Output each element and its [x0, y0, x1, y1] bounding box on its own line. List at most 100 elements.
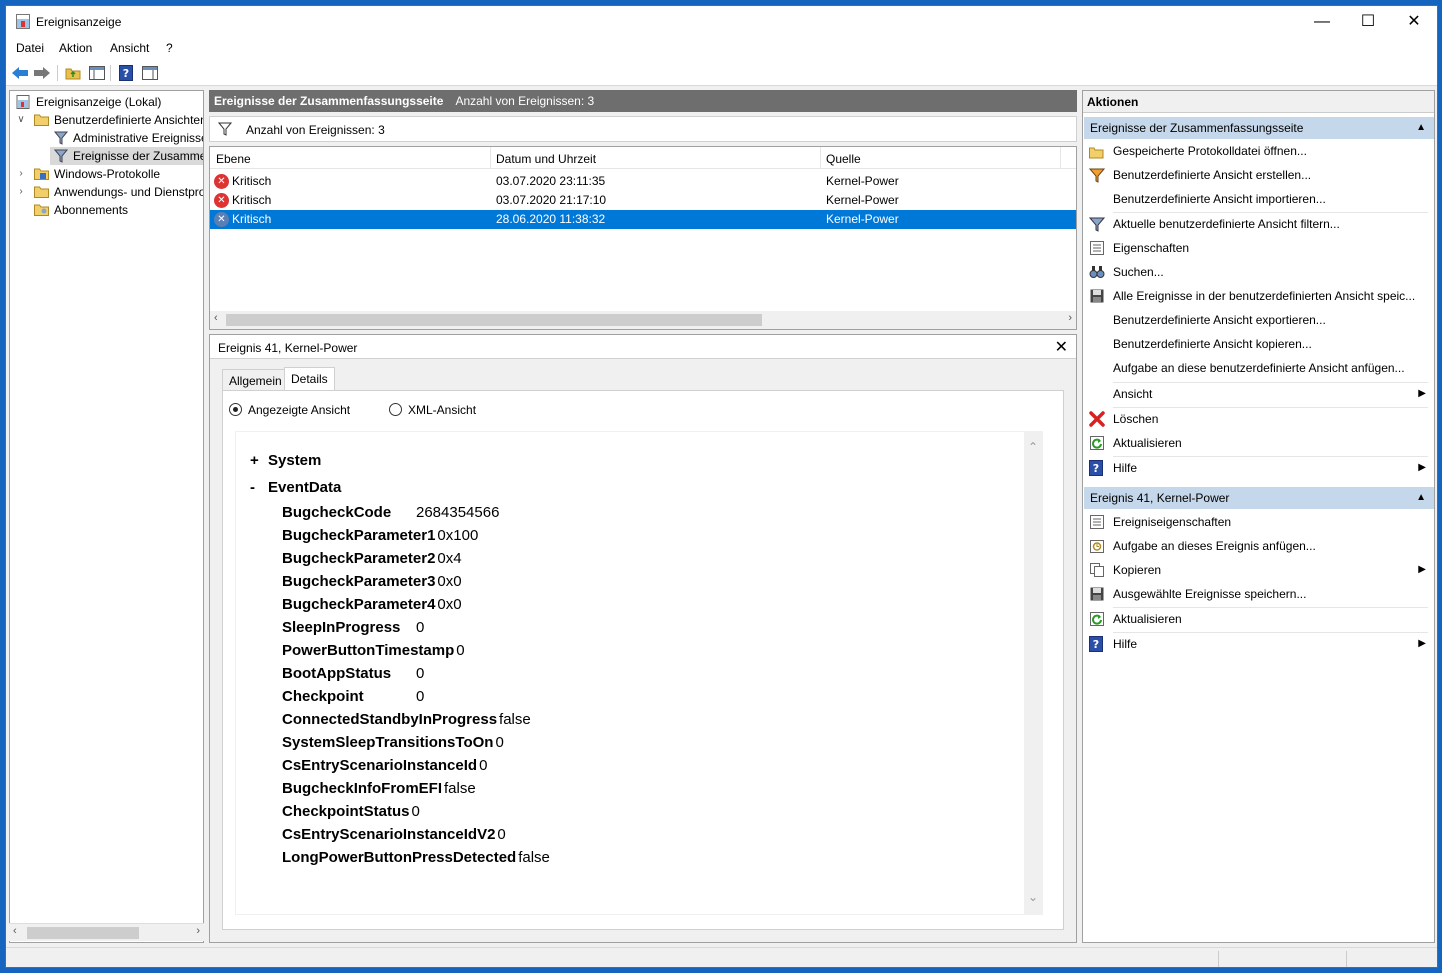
action-filter-current-view[interactable]: Aktuelle benutzerdefinierte Ansicht filt…: [1083, 212, 1434, 236]
filter-icon: [53, 131, 69, 145]
eventdata-row: CsEntryScenarioInstanceId 0: [282, 757, 488, 774]
actions-section-event[interactable]: Ereignis 41, Kernel-Power ▲: [1084, 487, 1434, 509]
save-icon: [1089, 288, 1105, 304]
collapse-toggle[interactable]: -: [250, 479, 268, 496]
close-button[interactable]: ✕: [1391, 6, 1437, 38]
eventdata-row: LongPowerButtonPressDetected false: [282, 849, 550, 866]
table-row-selected[interactable]: ✕ Kritisch 28.06.2020 11:38:32 Kernel-Po…: [210, 210, 1076, 229]
delete-icon: [1089, 411, 1105, 427]
table-row[interactable]: ✕ Kritisch 03.07.2020 23:11:35 Kernel-Po…: [210, 172, 1076, 191]
save-icon: [1089, 586, 1105, 602]
eventdata-row: CsEntryScenarioInstanceIdV2 0: [282, 826, 506, 843]
column-header-ebene[interactable]: Ebene: [216, 152, 251, 166]
properties-icon: [1089, 514, 1105, 530]
radio-friendly-view[interactable]: Angezeigte Ansicht: [229, 403, 350, 417]
event-detail-pane: Ereignis 41, Kernel-Power ✕ Allgemein De…: [209, 334, 1077, 943]
maximize-button[interactable]: ☐: [1345, 6, 1391, 38]
status-bar: [6, 947, 1437, 967]
detail-close-icon[interactable]: ✕: [1055, 337, 1068, 357]
grid-horizontal-scrollbar[interactable]: ‹ ›: [210, 311, 1076, 329]
scroll-left-icon[interactable]: ‹: [214, 312, 218, 324]
scrollbar-thumb[interactable]: [226, 314, 762, 326]
column-header-quelle[interactable]: Quelle: [826, 152, 861, 166]
action-search[interactable]: Suchen...: [1083, 260, 1434, 284]
column-header-datum[interactable]: Datum und Uhrzeit: [496, 152, 596, 166]
center-header-count: Anzahl von Ereignissen: 3: [455, 94, 595, 108]
filter-create-icon: [1088, 167, 1106, 183]
action-open-saved-log[interactable]: Gespeicherte Protokolldatei öffnen...: [1083, 139, 1434, 163]
collapse-caret-icon[interactable]: ▲: [1416, 487, 1426, 509]
action-properties[interactable]: Eigenschaften: [1083, 236, 1434, 260]
radio-selected-icon: [229, 403, 242, 416]
help-icon: ?: [1089, 636, 1105, 652]
expand-chevron-icon[interactable]: ∨: [16, 111, 26, 129]
eventdata-section[interactable]: - EventData: [250, 479, 341, 496]
help-icon: ?: [1089, 460, 1105, 476]
action-refresh-event[interactable]: Aktualisieren: [1083, 607, 1434, 631]
submenu-arrow-icon: ▶: [1418, 638, 1426, 649]
scrollbar-thumb[interactable]: [27, 927, 139, 939]
eventdata-row: PowerButtonTimestamp 0: [282, 642, 465, 659]
radio-xml-view[interactable]: XML-Ansicht: [389, 403, 476, 417]
menu-aktion[interactable]: Aktion: [59, 41, 92, 55]
eventdata-row: BugcheckCode 2684354566: [282, 504, 500, 521]
show-hide-tree-icon[interactable]: [88, 64, 106, 82]
action-help[interactable]: ? Hilfe ▶: [1083, 456, 1434, 480]
table-row[interactable]: ✕ Kritisch 03.07.2020 21:17:10 Kernel-Po…: [210, 191, 1076, 210]
tab-allgemein[interactable]: Allgemein: [222, 369, 289, 391]
detail-header: Ereignis 41, Kernel-Power ✕: [210, 335, 1076, 359]
tree-item-ereignisse-zusammenfassungsseite[interactable]: Ereignisse der Zusammenfassungsseite: [50, 147, 203, 165]
minimize-button[interactable]: —: [1299, 6, 1345, 38]
action-refresh[interactable]: Aktualisieren: [1083, 431, 1434, 455]
binoculars-icon: [1089, 264, 1105, 280]
collapse-caret-icon[interactable]: ▲: [1416, 117, 1426, 139]
action-attach-task-event[interactable]: Aufgabe an dieses Ereignis anfügen...: [1083, 534, 1434, 558]
eventdata-row: BugcheckInfoFromEFI false: [282, 780, 476, 797]
scroll-up-icon[interactable]: ⌃: [1028, 440, 1038, 454]
eventdata-row: Checkpoint 0: [282, 688, 425, 705]
action-export-custom-view[interactable]: Benutzerdefinierte Ansicht exportieren..…: [1083, 308, 1434, 332]
scroll-left-icon[interactable]: ‹: [13, 925, 17, 937]
action-import-custom-view[interactable]: Benutzerdefinierte Ansicht importieren..…: [1083, 187, 1434, 211]
expand-chevron-icon[interactable]: ›: [16, 165, 26, 183]
folder-up-icon[interactable]: [64, 64, 82, 82]
action-help-event[interactable]: ? Hilfe ▶: [1083, 632, 1434, 656]
help-toolbar-icon[interactable]: ?: [117, 64, 135, 82]
back-arrow-icon[interactable]: [11, 64, 29, 82]
action-delete[interactable]: Löschen: [1083, 407, 1434, 431]
system-section[interactable]: + System: [250, 452, 321, 469]
detail-title: Ereignis 41, Kernel-Power: [218, 341, 358, 355]
svg-text:?: ?: [123, 67, 129, 80]
detail-vertical-scrollbar[interactable]: ⌃ ⌄: [1024, 432, 1042, 914]
action-save-selected-events[interactable]: Ausgewählte Ereignisse speichern...: [1083, 582, 1434, 606]
filter-bar: Anzahl von Ereignissen: 3: [209, 116, 1077, 142]
tab-details[interactable]: Details: [284, 367, 335, 391]
action-copy-custom-view[interactable]: Benutzerdefinierte Ansicht kopieren...: [1083, 332, 1434, 356]
eventdata-row: BugcheckParameter4 0x0: [282, 596, 462, 613]
action-attach-task-view[interactable]: Aufgabe an diese benutzerdefinierte Ansi…: [1083, 356, 1434, 380]
action-copy[interactable]: Kopieren ▶: [1083, 558, 1434, 582]
expand-toggle[interactable]: +: [250, 452, 268, 469]
action-create-custom-view[interactable]: Benutzerdefinierte Ansicht erstellen...: [1083, 163, 1434, 187]
action-event-properties[interactable]: Ereigniseigenschaften: [1083, 510, 1434, 534]
menu-ansicht[interactable]: Ansicht: [110, 41, 149, 55]
scroll-right-icon[interactable]: ›: [1068, 312, 1072, 324]
forward-arrow-icon[interactable]: [33, 64, 51, 82]
show-action-pane-icon[interactable]: [141, 64, 159, 82]
menu-help[interactable]: ?: [166, 41, 173, 55]
properties-icon: [1089, 240, 1105, 256]
title-bar[interactable]: Ereignisanzeige — ☐ ✕: [6, 6, 1437, 38]
actions-section-summary[interactable]: Ereignisse der Zusammenfassungsseite ▲: [1084, 117, 1434, 139]
svg-text:?: ?: [1093, 638, 1099, 651]
menu-bar: Datei Aktion Ansicht ?: [6, 38, 1437, 60]
event-viewer-tree-icon: [16, 95, 31, 109]
expand-chevron-icon[interactable]: ›: [16, 183, 26, 201]
action-view-submenu[interactable]: Ansicht ▶: [1083, 382, 1434, 406]
critical-error-icon: ✕: [214, 193, 229, 208]
scroll-down-icon[interactable]: ⌄: [1028, 890, 1038, 904]
menu-datei[interactable]: Datei: [16, 41, 44, 55]
tree-horizontal-scrollbar[interactable]: ‹ ›: [9, 923, 204, 941]
action-save-all-events[interactable]: Alle Ereignisse in der benutzerdefiniert…: [1083, 284, 1434, 308]
folder-open-icon: [1089, 143, 1105, 159]
scroll-right-icon[interactable]: ›: [196, 925, 200, 937]
